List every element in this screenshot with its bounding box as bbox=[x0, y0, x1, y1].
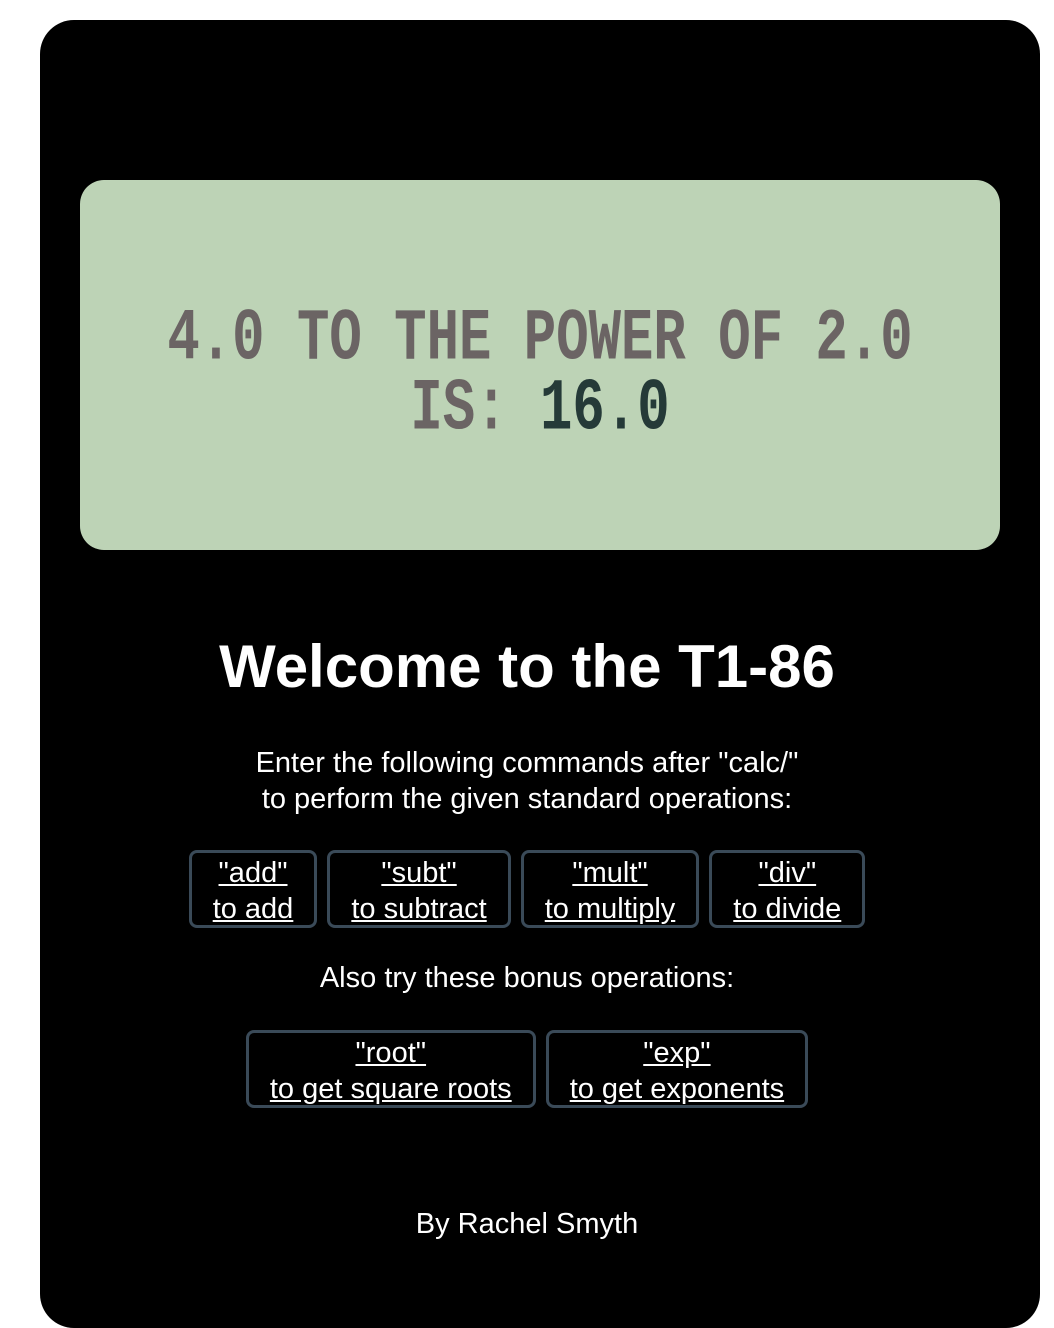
command-name: "root" bbox=[355, 1037, 427, 1069]
lcd-display: 4.0 TO THE POWER OF 2.0 IS: 16.0 bbox=[80, 180, 1000, 550]
command-name: "exp" bbox=[643, 1037, 711, 1069]
command-name: "subt" bbox=[381, 857, 457, 889]
add-command-link[interactable]: "add" to add bbox=[188, 850, 318, 928]
command-desc: to add bbox=[212, 893, 294, 925]
command-desc: to get square roots bbox=[269, 1073, 512, 1105]
page-title: Welcome to the T1-86 bbox=[219, 633, 835, 700]
intro-text: Enter the following commands after "calc… bbox=[0, 745, 1054, 817]
command-name: "mult" bbox=[572, 857, 648, 889]
command-desc: to multiply bbox=[544, 893, 676, 925]
command-desc: to divide bbox=[733, 893, 842, 925]
display-prefix: IS: bbox=[410, 369, 508, 452]
intro-line: to perform the given standard operations… bbox=[261, 783, 793, 815]
div-command-link[interactable]: "div" to divide bbox=[709, 850, 866, 928]
command-name: "div" bbox=[758, 857, 817, 889]
exp-command-link[interactable]: "exp" to get exponents bbox=[545, 1030, 809, 1108]
display-result: 16.0 bbox=[540, 369, 670, 452]
command-name: "add" bbox=[218, 857, 288, 889]
mult-command-link[interactable]: "mult" to multiply bbox=[520, 850, 700, 928]
command-desc: to subtract bbox=[351, 893, 487, 925]
author-credit: By Rachel Smyth bbox=[415, 1208, 639, 1240]
display-result-line: IS: 16.0 bbox=[80, 374, 1000, 448]
command-buttons: "add" to add "subt" to subtract "mult" to m… bbox=[0, 850, 1054, 928]
command-desc: to get exponents bbox=[569, 1073, 785, 1105]
intro-line: Enter the following commands after "calc… bbox=[255, 747, 799, 779]
bonus-buttons: "root" to get square roots "exp" to get ex… bbox=[0, 1030, 1054, 1108]
subt-command-link[interactable]: "subt" to subtract bbox=[327, 850, 511, 928]
root-command-link[interactable]: "root" to get square roots bbox=[245, 1030, 536, 1108]
bonus-label: Also try these bonus operations: bbox=[319, 962, 735, 994]
display-expression: 4.0 TO THE POWER OF 2.0 bbox=[167, 299, 913, 382]
